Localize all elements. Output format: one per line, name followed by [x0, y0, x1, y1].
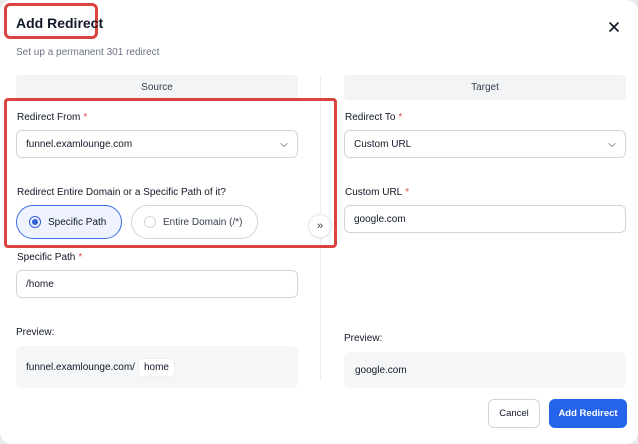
add-redirect-dialog: Add Redirect Set up a permanent 301 redi… — [0, 0, 638, 444]
source-preview-path-chip: home — [137, 357, 175, 377]
custom-url-label: Custom URL * — [345, 187, 410, 198]
source-preview-domain: funnel.examlounge.com/ — [26, 361, 135, 373]
target-preview-value: google.com — [355, 364, 407, 376]
double-chevron-right-icon: » — [316, 220, 324, 232]
source-highlight — [4, 98, 337, 248]
dialog-title: Add Redirect — [16, 15, 104, 31]
source-header: Source — [16, 75, 298, 100]
specific-path-input[interactable]: /home — [16, 270, 298, 298]
chevron-down-icon — [608, 142, 616, 148]
target-header: Target — [344, 75, 626, 100]
redirect-to-select[interactable]: Custom URL — [344, 130, 626, 158]
redirect-to-value: Custom URL — [354, 138, 412, 150]
required-mark: * — [78, 252, 83, 263]
custom-url-input[interactable]: google.com — [344, 205, 626, 233]
required-mark: * — [405, 187, 410, 198]
target-preview: google.com — [344, 352, 626, 388]
swap-button[interactable]: » — [308, 214, 332, 238]
target-preview-label: Preview: — [344, 333, 383, 344]
add-redirect-button[interactable]: Add Redirect — [549, 399, 627, 428]
cancel-button[interactable]: Cancel — [488, 399, 540, 428]
close-icon — [609, 22, 619, 32]
specific-path-label: Specific Path * — [17, 252, 83, 263]
specific-path-value: /home — [26, 278, 54, 290]
required-mark: * — [398, 112, 403, 123]
dialog-subtitle: Set up a permanent 301 redirect — [16, 47, 160, 58]
custom-url-value: google.com — [354, 213, 406, 225]
source-preview: funnel.examlounge.com/ home — [16, 346, 298, 388]
close-button[interactable] — [604, 17, 624, 37]
redirect-to-label: Redirect To * — [345, 112, 403, 123]
source-preview-label: Preview: — [16, 327, 55, 338]
